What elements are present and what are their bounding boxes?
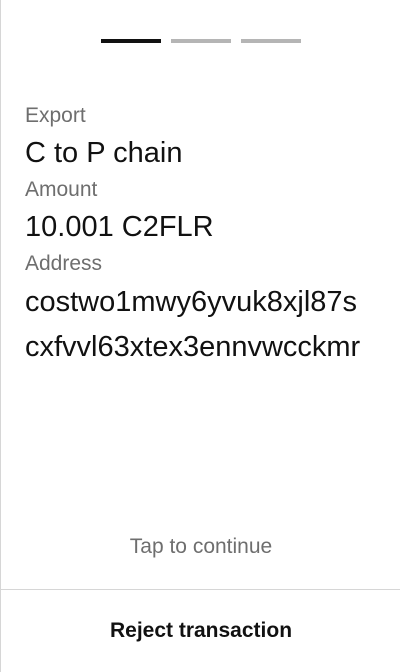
amount-label: Amount <box>25 178 98 201</box>
reject-transaction-button[interactable]: Reject transaction <box>1 590 400 672</box>
progress-step-3 <box>241 39 301 43</box>
export-value: C to P chain <box>25 137 183 169</box>
amount-value: 10.001 C2FLR <box>25 211 214 243</box>
transaction-details: Export C to P chain Amount 10.001 C2FLR … <box>25 100 375 370</box>
tap-to-continue-hint: Tap to continue <box>129 535 273 558</box>
step-progress-indicator <box>101 39 301 43</box>
export-label: Export <box>25 104 86 127</box>
address-label: Address <box>25 252 103 275</box>
progress-step-1-active <box>101 39 161 43</box>
progress-step-2 <box>171 39 231 43</box>
transaction-review-screen[interactable]: Export C to P chain Amount 10.001 C2FLR … <box>0 0 400 672</box>
address-value: costwo1mwy6yvuk8xjl87scxfvvl63xtex3ennvw… <box>25 286 361 363</box>
